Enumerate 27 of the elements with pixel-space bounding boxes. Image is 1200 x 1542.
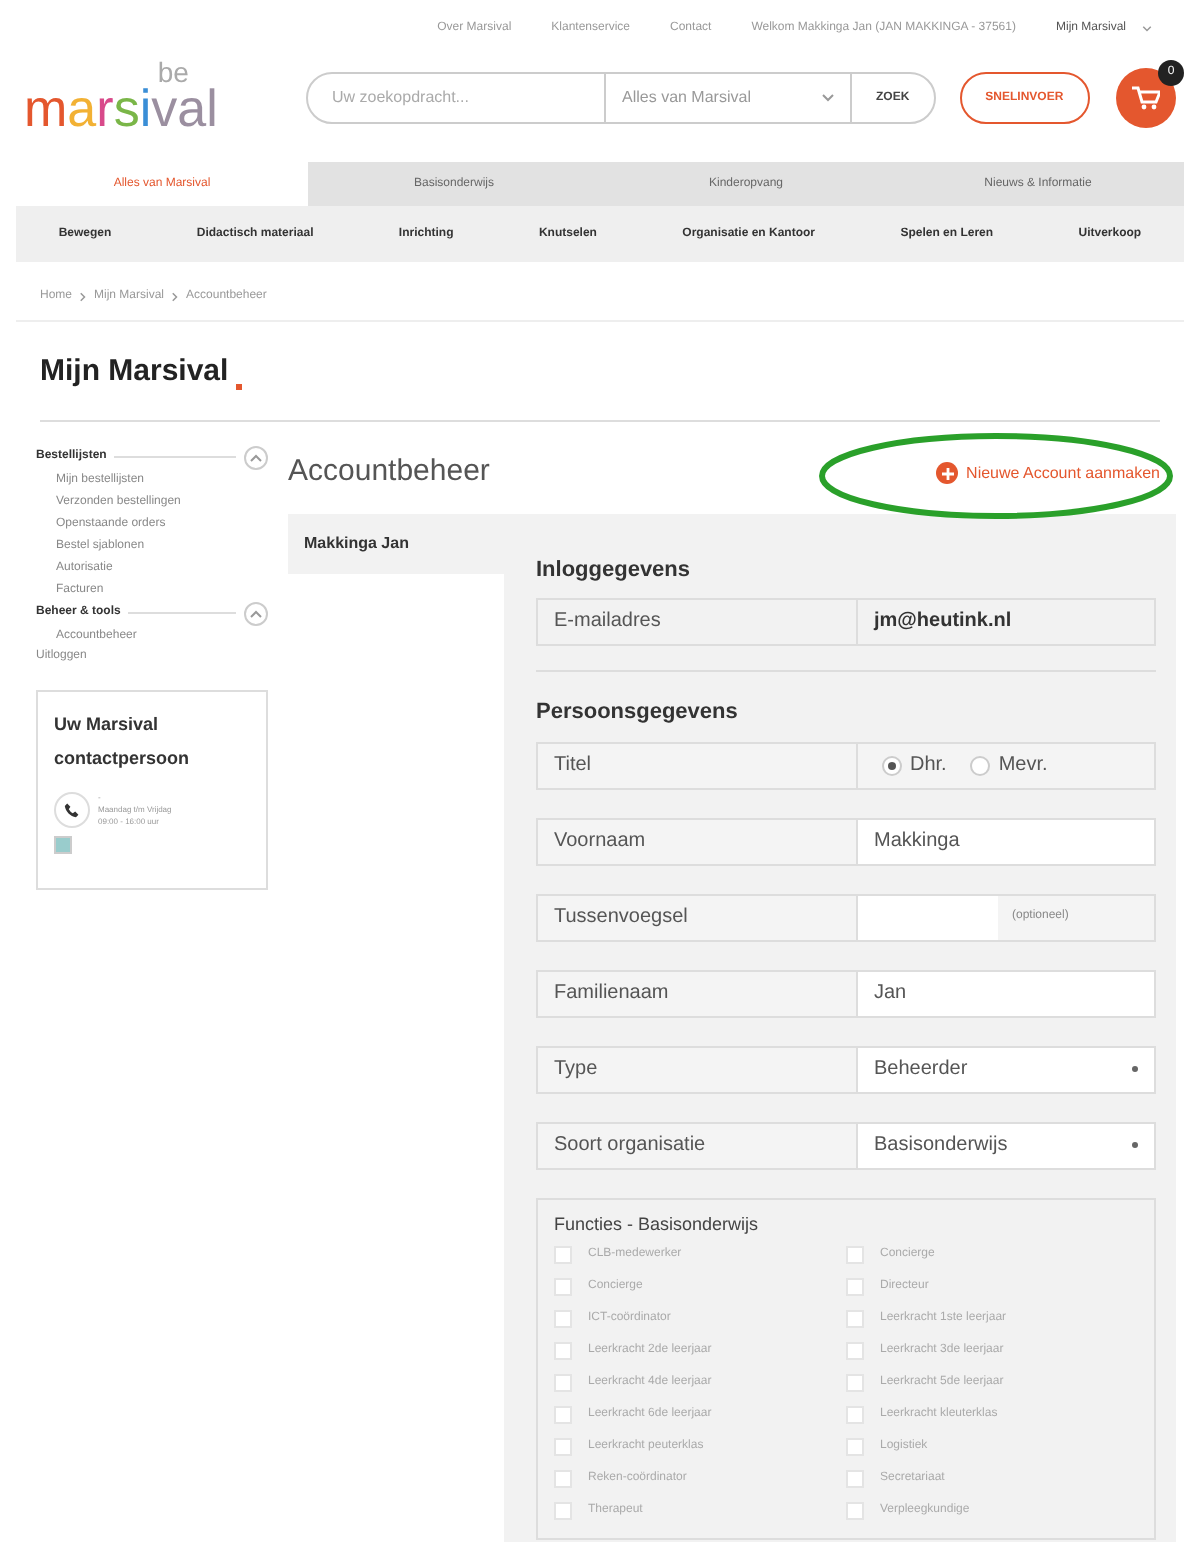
plus-icon [936, 462, 959, 484]
section-title: Accountbeheer [288, 452, 490, 493]
radio-option[interactable]: Dhr. [882, 750, 947, 780]
chevron-up-icon [250, 453, 262, 461]
radio-option[interactable]: Mevr. [970, 750, 1048, 780]
chevron-down-icon [822, 94, 834, 102]
field-label: E-mailadres [538, 600, 858, 644]
scope-dropdown[interactable]: Alles van Marsival [606, 72, 850, 124]
section-heading: Inloggegevens [536, 555, 693, 585]
broken-image-icon [54, 835, 72, 853]
logo[interactable]: marsival be [24, 58, 274, 138]
search-field[interactable]: Uw zoekopdracht... [306, 72, 606, 124]
collapse-toggle[interactable] [244, 601, 268, 625]
account-item[interactable]: Makkinga Jan [288, 513, 504, 573]
new-account-link[interactable]: Nieuwe Account aanmaken [936, 461, 1160, 485]
page-title: Mijn Marsival [40, 352, 229, 392]
phone-icon [54, 791, 90, 827]
email-value: jm@heutink.nl [871, 608, 1014, 636]
chevron-right-icon [80, 292, 87, 302]
section-heading: Persoonsgegevens [536, 698, 740, 728]
functions-title: Functies - Basisonderwijs [554, 1211, 761, 1238]
chevron-right-icon [172, 292, 179, 302]
collapse-toggle[interactable] [244, 445, 268, 469]
chevron-up-icon [250, 609, 262, 617]
contact-title: Uw Marsival contactpersoon [54, 711, 192, 772]
chevron-down-icon [1142, 26, 1152, 32]
cart-icon [1132, 86, 1160, 110]
